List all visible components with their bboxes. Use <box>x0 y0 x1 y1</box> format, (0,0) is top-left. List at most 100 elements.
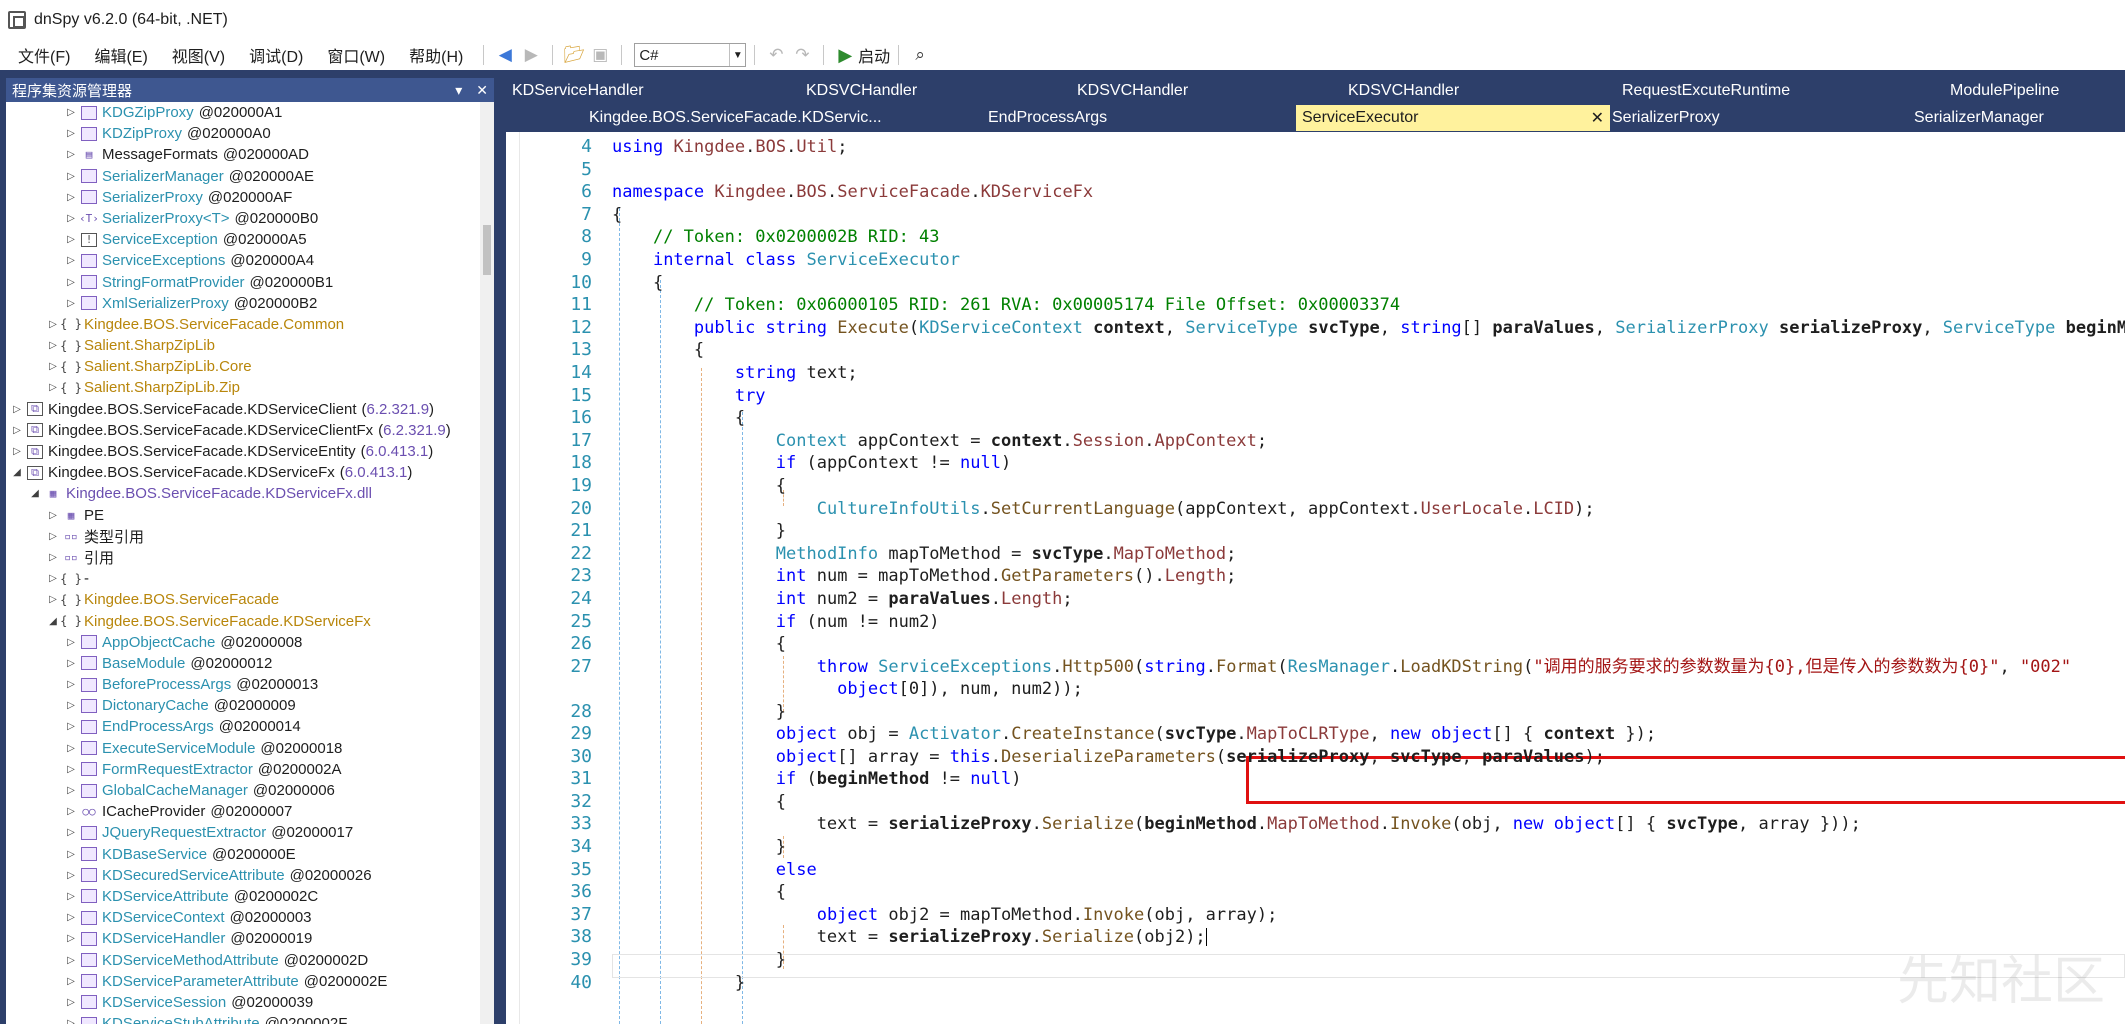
expand-icon[interactable]: ▷ <box>64 849 78 860</box>
menu-help[interactable]: 帮助(H) <box>397 43 475 67</box>
code-line[interactable]: 33 text = serializeProxy.Serialize(begin… <box>506 813 2125 835</box>
tree-item[interactable]: ▷ StringFormatProvider @020000B1 <box>6 272 494 293</box>
panel-splitter[interactable] <box>494 70 506 1024</box>
expand-icon[interactable]: ▷ <box>64 700 78 711</box>
tab-close-icon[interactable]: ✕ <box>1591 108 1604 128</box>
tree-item[interactable]: ▷ XmlSerializerProxy @020000B2 <box>6 293 494 314</box>
tab-kdsvchandler-2[interactable]: KDSVCHandler <box>1077 78 1188 104</box>
expand-icon[interactable]: ▷ <box>64 976 78 987</box>
expand-icon[interactable]: ▷ <box>64 785 78 796</box>
redo-icon[interactable]: ↷ <box>789 42 815 68</box>
tab-serializermanager[interactable]: SerializerManager <box>1914 105 2044 131</box>
expand-icon[interactable]: ▷ <box>10 425 24 436</box>
code-line[interactable]: 17 Context appContext = context.Session.… <box>506 430 2125 452</box>
undo-icon[interactable]: ↶ <box>763 42 789 68</box>
run-button[interactable]: ▶ 启动 <box>838 43 890 67</box>
tree-item[interactable]: ◢{ } Kingdee.BOS.ServiceFacade.KDServiceF… <box>6 611 494 632</box>
code-line[interactable]: 4 using Kingdee.BOS.Util; <box>506 136 2125 158</box>
tree-item[interactable]: ▷ DictonaryCache @02000009 <box>6 695 494 716</box>
expand-icon[interactable]: ▷ <box>64 213 78 224</box>
tab-serviceexecutor[interactable]: ServiceExecutor ✕ <box>1296 105 1610 131</box>
code-line[interactable]: 21 } <box>506 520 2125 542</box>
expand-icon[interactable]: ▷ <box>46 531 60 542</box>
collapse-icon[interactable]: ◢ <box>10 467 24 478</box>
code-line[interactable]: 38 text = serializeProxy.Serialize(obj2)… <box>506 926 2125 948</box>
tree-item[interactable]: ▷ AppObjectCache @02000008 <box>6 632 494 653</box>
expand-icon[interactable]: ▷ <box>64 149 78 160</box>
tree-item[interactable]: ▷ KDServiceStubAttribute @0200002F <box>6 1013 494 1024</box>
tree-item[interactable]: ▷ SerializerProxy @020000AF <box>6 187 494 208</box>
expand-icon[interactable]: ▷ <box>64 637 78 648</box>
tree-item[interactable]: ▷ ▤ MessageFormats @020000AD <box>6 144 494 165</box>
code-line[interactable]: 10 { <box>506 272 2125 294</box>
tree-item[interactable]: ▷! ServiceException @020000A5 <box>6 229 494 250</box>
tree-item[interactable]: ▷ BeforeProcessArgs @02000013 <box>6 674 494 695</box>
tree-item[interactable]: ◢ ▦ Kingdee.BOS.ServiceFacade.KDServiceFx.… <box>6 483 494 504</box>
expand-icon[interactable]: ▷ <box>64 870 78 881</box>
tree-item[interactable]: ▷ KDServiceMethodAttribute @0200002D <box>6 950 494 971</box>
code-line[interactable]: 12 public string Execute(KDServiceContex… <box>506 317 2125 339</box>
tree-item[interactable]: ▷ ⧉ Kingdee.BOS.ServiceFacade.KDServiceEnt… <box>6 441 494 462</box>
code-line[interactable]: 36 { <box>506 881 2125 903</box>
tree-item[interactable]: ▷ KDSecuredServiceAttribute @02000026 <box>6 865 494 886</box>
expand-icon[interactable]: ▷ <box>64 658 78 669</box>
code-line[interactable]: 23 int num = mapToMethod.GetParameters()… <box>506 565 2125 587</box>
menu-debug[interactable]: 调试(D) <box>237 43 315 67</box>
tree-item[interactable]: ▷ ▫▫ 类型引用 <box>6 526 494 547</box>
expand-icon[interactable]: ▷ <box>64 764 78 775</box>
expand-icon[interactable]: ▷ <box>46 340 60 351</box>
expand-icon[interactable]: ▷ <box>64 277 78 288</box>
open-folder-icon[interactable]: 📂︎ <box>561 42 587 68</box>
menu-window[interactable]: 窗口(W) <box>315 43 397 67</box>
expand-icon[interactable]: ▷ <box>64 743 78 754</box>
code-line[interactable]: 26 { <box>506 633 2125 655</box>
code-line[interactable]: 37 object obj2 = mapToMethod.Invoke(obj,… <box>506 904 2125 926</box>
code-line[interactable]: 8 // Token: 0x0200002B RID: 43 <box>506 226 2125 248</box>
language-select[interactable]: C# ▼ <box>634 43 747 67</box>
code-line[interactable]: 15 try <box>506 385 2125 407</box>
tree-item[interactable]: ▷{ } Salient.SharpZipLib <box>6 335 494 356</box>
tree-item[interactable]: ▷ KDGZipProxy @020000A1 <box>6 102 494 123</box>
tree-item[interactable]: ▷ ExecuteServiceModule @02000018 <box>6 738 494 759</box>
code-line[interactable]: 11 // Token: 0x06000105 RID: 261 RVA: 0x… <box>506 294 2125 316</box>
tree-item[interactable]: ▷ FormRequestExtractor @0200002A <box>6 759 494 780</box>
code-line[interactable]: 13 { <box>506 339 2125 361</box>
code-line[interactable]: object[0]), num, num2)); <box>506 678 2125 700</box>
expand-icon[interactable]: ▷ <box>64 298 78 309</box>
tree-item[interactable]: ▷ EndProcessArgs @02000014 <box>6 716 494 737</box>
tree-item[interactable]: ▷ KDZipProxy @020000A0 <box>6 123 494 144</box>
expand-icon[interactable]: ▷ <box>64 891 78 902</box>
expand-icon[interactable]: ▷ <box>46 573 60 584</box>
menu-file[interactable]: 文件(F) <box>6 43 82 67</box>
expand-icon[interactable]: ▷ <box>64 1018 78 1024</box>
tree-item[interactable]: ▷ ServiceExceptions @020000A4 <box>6 250 494 271</box>
tree-item[interactable]: ▷{ } Kingdee.BOS.ServiceFacade.Common <box>6 314 494 335</box>
forward-icon[interactable]: ▶︎ <box>518 42 544 68</box>
tree-item[interactable]: ▷{ } Salient.SharpZipLib.Core <box>6 356 494 377</box>
tab-kdservicefacade[interactable]: Kingdee.BOS.ServiceFacade.KDServic... <box>589 105 882 131</box>
close-icon[interactable]: ✕ <box>476 82 488 99</box>
expand-icon[interactable]: ▷ <box>10 446 24 457</box>
expand-icon[interactable]: ▷ <box>46 382 60 393</box>
code-line[interactable]: 16 { <box>506 407 2125 429</box>
code-line[interactable]: 9 internal class ServiceExecutor <box>506 249 2125 271</box>
tab-kdservicehandler[interactable]: KDServiceHandler <box>512 78 644 104</box>
tree-item[interactable]: ▷ ▫▫ 引用 <box>6 547 494 568</box>
code-line[interactable]: 39 } <box>506 949 2125 971</box>
code-line[interactable]: 30 object[] array = this.DeserializePara… <box>506 746 2125 768</box>
tab-serializerproxy[interactable]: SerializerProxy <box>1612 105 1720 131</box>
menu-view[interactable]: 视图(V) <box>160 43 237 67</box>
tree-item[interactable]: ▷ ○○ ICacheProvider @02000007 <box>6 801 494 822</box>
code-line[interactable]: 34 } <box>506 836 2125 858</box>
tree-item[interactable]: ▷ KDServiceAttribute @0200002C <box>6 886 494 907</box>
menu-edit[interactable]: 编辑(E) <box>82 43 159 67</box>
back-icon[interactable]: ◀︎ <box>492 42 518 68</box>
code-line[interactable]: 28 } <box>506 701 2125 723</box>
expand-icon[interactable]: ▷ <box>46 319 60 330</box>
expand-icon[interactable]: ▷ <box>64 128 78 139</box>
code-line[interactable]: 27 throw ServiceExceptions.Http500(strin… <box>506 656 2125 678</box>
code-line[interactable]: 6 namespace Kingdee.BOS.ServiceFacade.KDS… <box>506 181 2125 203</box>
assembly-tree[interactable]: ▷ KDGZipProxy @020000A1 ▷ KDZipProxy @020000A… <box>6 102 494 1024</box>
tree-item[interactable]: ▷ SerializerManager @020000AE <box>6 166 494 187</box>
expand-icon[interactable]: ▷ <box>64 255 78 266</box>
